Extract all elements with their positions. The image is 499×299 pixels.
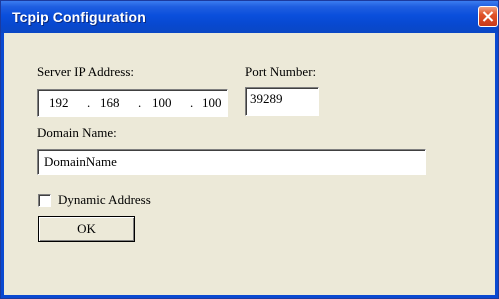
- ip-separator-2: .: [138, 95, 142, 110]
- server-ip-label: Server IP Address:: [37, 64, 135, 79]
- server-ip-input[interactable]: 192 . 168 . 100 . 100: [37, 89, 228, 117]
- window-border-bottom: [1, 295, 498, 298]
- dynamic-address-label[interactable]: Dynamic Address: [58, 192, 151, 208]
- window-border-left: [1, 33, 4, 298]
- domain-name-label: Domain Name:: [37, 125, 117, 140]
- dynamic-address-checkbox[interactable]: [38, 194, 51, 207]
- ip-octet-3: 100: [152, 95, 172, 110]
- window-border-right: [495, 33, 498, 298]
- ip-separator-3: .: [190, 95, 194, 110]
- ip-octet-1: 192: [49, 95, 69, 110]
- port-number-value: 39289: [250, 91, 283, 106]
- domain-name-value: DomainName: [44, 154, 117, 169]
- ip-octet-4: 100: [202, 95, 222, 110]
- domain-name-input[interactable]: DomainName: [37, 149, 426, 175]
- port-number-input[interactable]: 39289: [245, 87, 319, 116]
- ok-button[interactable]: OK: [38, 216, 135, 242]
- close-button[interactable]: [478, 6, 498, 27]
- tcpip-configuration-dialog: Tcpip Configuration Server IP Address: 1…: [0, 0, 499, 299]
- ip-octet-2: 168: [100, 95, 120, 110]
- ip-separator-1: .: [87, 95, 91, 110]
- close-icon: [482, 11, 494, 22]
- port-number-label: Port Number:: [245, 64, 317, 79]
- title-bar[interactable]: Tcpip Configuration: [1, 1, 498, 33]
- window-title: Tcpip Configuration: [12, 9, 146, 25]
